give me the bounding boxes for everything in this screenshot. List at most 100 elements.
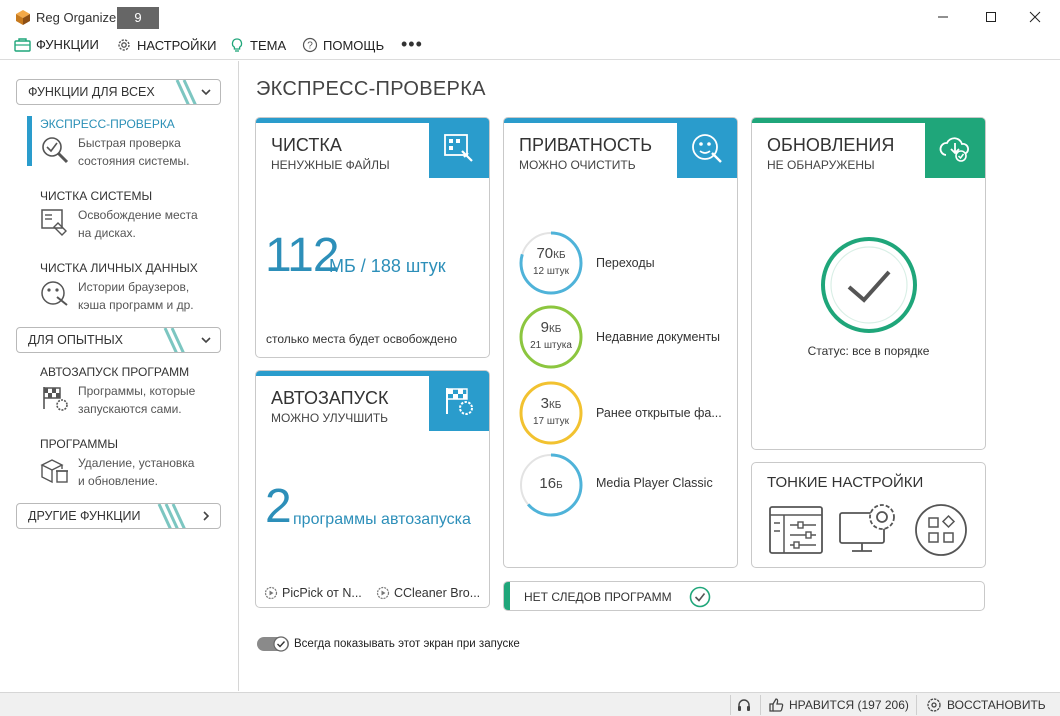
privacy-item-label: Media Player Classic: [596, 476, 713, 490]
ring-gauge: [519, 381, 583, 445]
play-gear-icon: [376, 586, 390, 600]
close-button[interactable]: [1012, 2, 1058, 32]
updates-card[interactable]: ОБНОВЛЕНИЯ НЕ ОБНАРУЖЕНЫ Статус: все в п…: [751, 117, 986, 450]
privacy-item-label: Недавние документы: [596, 330, 721, 344]
sidebar-item-express[interactable]: ЭКСПРЕСС-ПРОВЕРКА Быстрая проверка состо…: [40, 117, 230, 168]
autorun-item-ccleaner[interactable]: CCleaner Bro...: [376, 586, 480, 600]
app-logo-icon: [14, 8, 32, 26]
sidebar-item-system-clean-title: ЧИСТКА СИСТЕМЫ: [40, 189, 153, 203]
menu-bar: ФУНКЦИИ НАСТРОЙКИ ТЕМА ? ПОМОЩЬ •••: [0, 34, 1060, 60]
menu-settings-label: НАСТРОЙКИ: [137, 37, 217, 53]
autorun-count-label: программы автозапуска: [293, 511, 471, 528]
updates-status: Статус: все в порядке: [807, 344, 930, 358]
cleaning-subtitle: НЕНУЖНЫЕ ФАЙЛЫ: [271, 158, 390, 172]
page-title: ЭКСПРЕСС-ПРОВЕРКА: [256, 78, 486, 100]
stripes-decoration: [157, 504, 186, 528]
chevron-down-icon: [200, 86, 212, 98]
sidebar-item-private-clean[interactable]: ЧИСТКА ЛИЧНЫХ ДАННЫХ Истории браузеров, …: [40, 261, 230, 312]
sidebar-item-express-desc: Быстрая проверка состояния системы.: [78, 136, 190, 168]
privacy-item-value: 16Б: [539, 475, 563, 492]
section-for-all[interactable]: ФУНКЦИИ ДЛЯ ВСЕХ: [16, 79, 221, 105]
privacy-broom-icon: [40, 279, 70, 309]
menu-help[interactable]: ? ПОМОЩЬ: [302, 37, 384, 53]
check-circle-icon: [689, 586, 711, 608]
privacy-item[interactable]: 16Б Media Player Classic: [518, 452, 737, 517]
settings-list-icon[interactable]: [768, 505, 824, 555]
status-separator: [916, 695, 917, 715]
privacy-item[interactable]: 3КБ 17 штук Ранее открытые фа...: [518, 380, 737, 445]
privacy-subtitle: МОЖНО ОЧИСТИТЬ: [519, 158, 636, 172]
sidebar-item-programs-desc: Удаление, установка и обновление.: [78, 456, 195, 488]
menu-functions[interactable]: ФУНКЦИИ: [14, 37, 99, 52]
chevron-down-icon: [200, 334, 212, 346]
menu-help-label: ПОМОЩЬ: [323, 37, 385, 53]
sidebar-item-autostart-title: АВТОЗАПУСК ПРОГРАММ: [40, 365, 190, 379]
cloud-download-icon: [925, 118, 985, 178]
restore-icon: [926, 697, 942, 713]
cleaning-card[interactable]: ЧИСТКА НЕНУЖНЫЕ ФАЙЛЫ 112 МБ / 188 штук …: [255, 117, 490, 358]
privacy-broom-icon: [677, 118, 737, 178]
privacy-card[interactable]: ПРИВАТНОСТЬ МОЖНО ОЧИСТИТЬ 70КБ 12 штук …: [503, 117, 738, 568]
privacy-item[interactable]: 70КБ 12 штук Переходы: [518, 230, 737, 295]
privacy-item-count: 21 штука: [530, 340, 572, 351]
status-bar: НРАВИТСЯ (197 206) ВОССТАНОВИТЬ: [0, 692, 1060, 716]
cleaning-icon: [429, 118, 489, 178]
support-headset-icon[interactable]: [736, 697, 752, 713]
show-on-start-label: Всегда показывать этот экран при запуске: [294, 638, 520, 650]
lightbulb-icon: [229, 37, 245, 53]
status-separator: [760, 695, 761, 715]
app-name: Reg Organizer: [36, 10, 121, 25]
autorun-item-ccleaner-label: CCleaner Bro...: [394, 586, 481, 600]
section-for-all-label: ФУНКЦИИ ДЛЯ ВСЕХ: [28, 85, 155, 99]
privacy-item[interactable]: 9КБ 21 штука Недавние документы: [518, 304, 737, 369]
privacy-item-label: Ранее открытые фа...: [596, 406, 722, 420]
sidebar-item-programs-title: ПРОГРАММЫ: [40, 437, 119, 451]
like-button[interactable]: НРАВИТСЯ (197 206): [768, 697, 909, 713]
sidebar-item-private-clean-desc: Истории браузеров, кэша программ и др.: [78, 280, 194, 312]
sidebar-item-system-clean[interactable]: ЧИСТКА СИСТЕМЫ Освобождение места на дис…: [40, 189, 230, 240]
apps-grid-icon[interactable]: [914, 503, 968, 557]
privacy-item-value: 3КБ: [540, 395, 562, 412]
thumbs-up-icon: [768, 697, 784, 713]
menu-theme[interactable]: ТЕМА: [229, 37, 286, 53]
bar-accent: [504, 582, 510, 610]
privacy-item-value: 9КБ: [540, 319, 562, 336]
minimize-button[interactable]: [920, 2, 966, 32]
updates-subtitle: НЕ ОБНАРУЖЕНЫ: [767, 158, 875, 172]
toolbox-icon: [14, 37, 31, 52]
privacy-title: ПРИВАТНОСТЬ: [519, 135, 653, 155]
ring-gauge: [519, 231, 583, 295]
sidebar-item-system-clean-desc: Освобождение места на дисках.: [78, 208, 198, 240]
play-gear-icon: [264, 586, 278, 600]
sidebar-item-autostart[interactable]: АВТОЗАПУСК ПРОГРАММ Программы, которые з…: [40, 365, 230, 416]
maximize-button[interactable]: [968, 2, 1014, 32]
tweaks-card[interactable]: ТОНКИЕ НАСТРОЙКИ: [751, 462, 986, 568]
section-for-experienced[interactable]: ДЛЯ ОПЫТНЫХ: [16, 327, 221, 353]
active-indicator: [27, 116, 32, 166]
section-for-experienced-label: ДЛЯ ОПЫТНЫХ: [28, 333, 124, 347]
sidebar-item-private-clean-title: ЧИСТКА ЛИЧНЫХ ДАННЫХ: [40, 261, 198, 275]
monitor-gear-icon[interactable]: [838, 501, 900, 557]
gear-icon: [116, 37, 132, 53]
more-menu-button[interactable]: •••: [401, 34, 423, 55]
no-traces-bar[interactable]: НЕТ СЛЕДОВ ПРОГРАММ: [503, 581, 985, 611]
section-other-functions-label: ДРУГИЕ ФУНКЦИИ: [28, 509, 141, 523]
sidebar-item-programs[interactable]: ПРОГРАММЫ Удаление, установка и обновлен…: [40, 437, 230, 488]
cleaning-note: столько места будет освобождено: [266, 332, 458, 346]
restore-button[interactable]: ВОССТАНОВИТЬ: [926, 697, 1046, 713]
privacy-item-label: Переходы: [596, 256, 655, 270]
autorun-card[interactable]: АВТОЗАПУСК МОЖНО УЛУЧШИТЬ 2 программы ав…: [255, 370, 490, 608]
ring-gauge: [519, 305, 583, 369]
cleaning-title: ЧИСТКА: [271, 135, 342, 155]
autorun-item-picpick[interactable]: PicPick от N...: [264, 586, 362, 600]
section-other-functions[interactable]: ДРУГИЕ ФУНКЦИИ: [16, 503, 221, 529]
autorun-title: АВТОЗАПУСК: [271, 388, 389, 408]
version-badge: 9: [117, 7, 159, 29]
show-on-start-toggle[interactable]: [256, 636, 290, 652]
flag-gear-icon: [429, 371, 489, 431]
menu-settings[interactable]: НАСТРОЙКИ: [116, 37, 216, 53]
menu-functions-label: ФУНКЦИИ: [36, 37, 99, 52]
autorun-count: 2: [265, 480, 292, 533]
privacy-item-count: 17 штук: [533, 416, 569, 427]
sidebar: ФУНКЦИИ ДЛЯ ВСЕХ ЭКСПРЕСС-ПРОВЕРКА Быстр…: [0, 61, 239, 691]
